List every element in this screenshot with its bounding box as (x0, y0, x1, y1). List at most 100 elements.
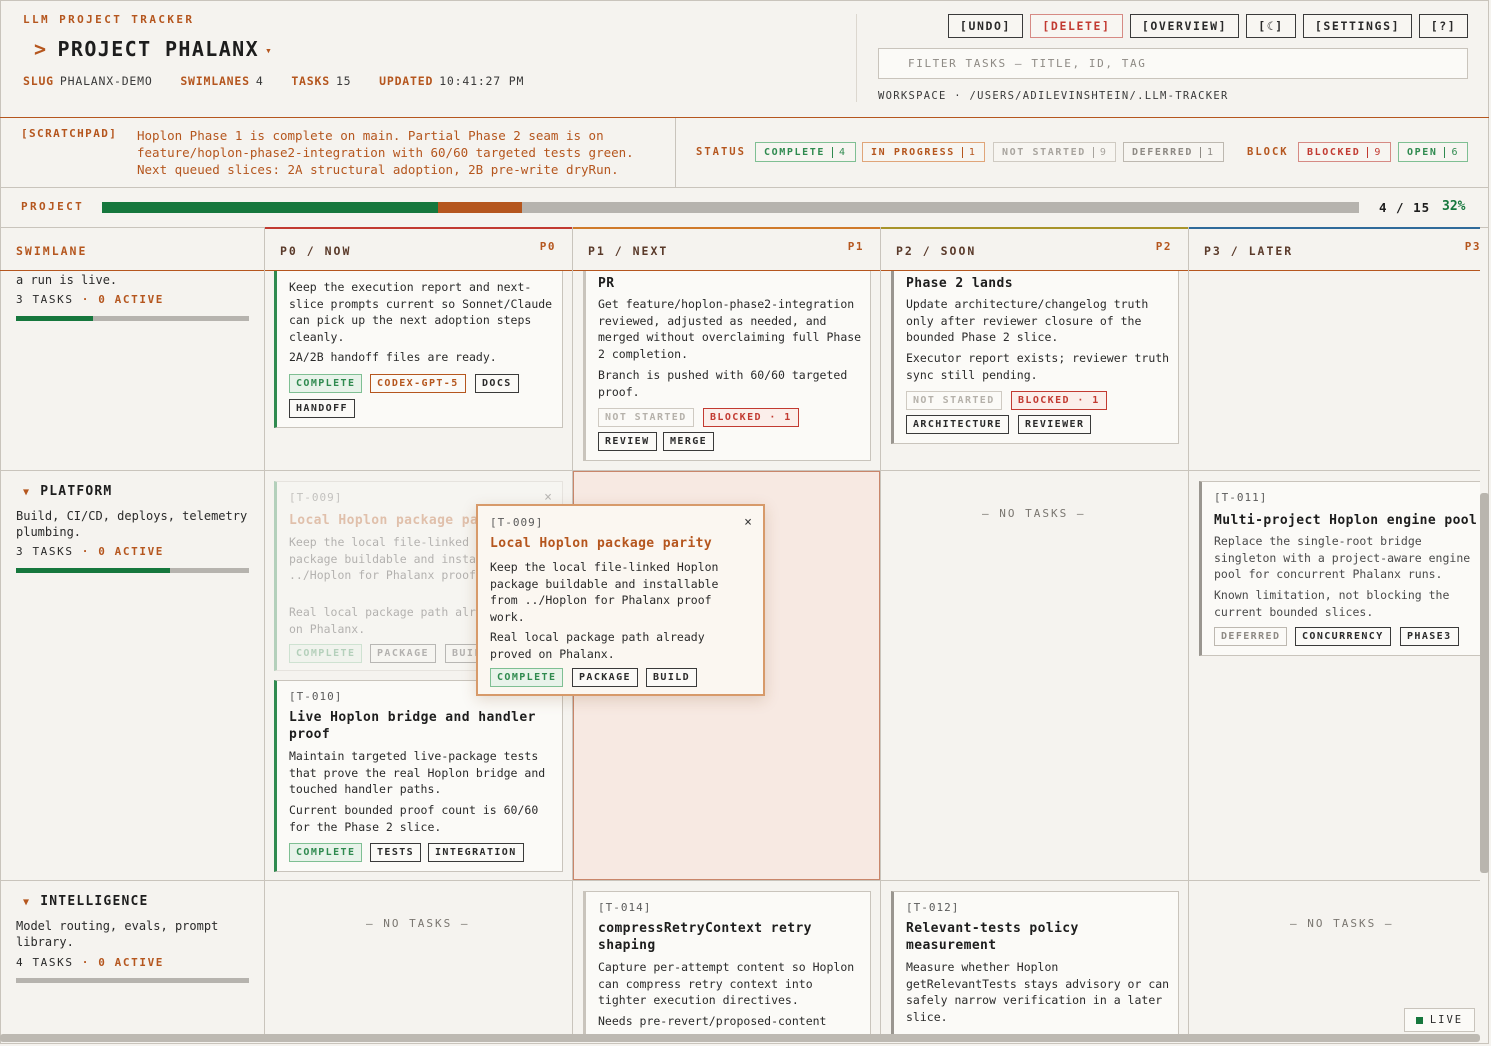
project-progress-bar (102, 202, 1359, 213)
tag[interactable]: CONCURRENCY (1295, 627, 1391, 646)
block-chip-open[interactable]: OPEN6 (1398, 142, 1468, 162)
tag[interactable]: DOCS (475, 374, 519, 393)
slug-value: PHALANX-DEMO (60, 74, 153, 88)
chip-label: OPEN (1407, 147, 1437, 158)
task-card-t011[interactable]: [T-011] Multi-project Hoplon engine pool… (1199, 481, 1480, 656)
tag-assignee[interactable]: CODEX-GPT-5 (370, 374, 466, 393)
settings-button[interactable]: [SETTINGS] (1303, 14, 1412, 38)
status-chip-deferred[interactable]: DEFERRED 1 (1123, 142, 1224, 162)
tag-status[interactable]: NOT STARTED (598, 408, 694, 427)
card-id: [T-010] (289, 690, 342, 703)
lane-progress-bar (16, 568, 249, 573)
scratchpad-divider (675, 118, 676, 187)
lane-description: Model routing, evals, prompt library. (16, 918, 256, 950)
column-priority: P3 (1465, 240, 1481, 253)
lane-active: · 0 ACTIVE (82, 293, 164, 306)
filter-input[interactable]: FILTER TASKS — TITLE, ID, TAG (878, 48, 1468, 79)
tag[interactable]: BUILD (646, 668, 697, 687)
chip-label: DEFERRED (1132, 147, 1193, 158)
chip-label: IN PROGRESS (871, 147, 955, 158)
block-chip-blocked[interactable]: BLOCKED9 (1298, 142, 1391, 162)
card-title: compressRetryContext retry shaping (598, 920, 863, 954)
updated-label: UPDATED (379, 74, 433, 88)
task-card[interactable]: Keep the execution report and next-slice… (274, 271, 563, 428)
tag-status[interactable]: NOT STARTED (906, 391, 1002, 410)
tag[interactable]: ARCHITECTURE (906, 415, 1009, 434)
card-title: Multi-project Hoplon engine pool (1214, 512, 1477, 529)
lane-description: a run is live. (16, 272, 256, 288)
lane-title-intelligence[interactable]: ▼INTELLIGENCE (23, 894, 149, 909)
card-id: [T-011] (1214, 491, 1267, 504)
chip-count: 1 (1200, 147, 1215, 158)
scratchpad-text[interactable]: Hoplon Phase 1 is complete on main. Part… (137, 127, 667, 178)
prompt-caret-icon: > (34, 37, 47, 61)
overview-button[interactable]: [OVERVIEW] (1130, 14, 1239, 38)
status-chip-complete[interactable]: COMPLETE4 (755, 142, 856, 162)
chip-count: 4 (832, 147, 847, 158)
slug-label: SLUG (23, 74, 54, 88)
chip-label: BLOCKED (1307, 147, 1360, 158)
tag[interactable]: TESTS (370, 843, 421, 862)
task-card[interactable]: Phase 2 lands Update architecture/change… (891, 271, 1179, 444)
chip-label: NOT STARTED (1002, 147, 1086, 158)
horizontal-scrollbar[interactable] (0, 1034, 1480, 1042)
undo-button[interactable]: [UNDO] (948, 14, 1023, 38)
task-card[interactable]: PR Get feature/hoplon-phase2-integration… (583, 271, 871, 461)
help-button[interactable]: [?] (1419, 14, 1468, 38)
progress-count: 4 / 15 (1379, 200, 1430, 215)
lane-title-platform[interactable]: ▼PLATFORM (23, 484, 112, 499)
delete-button[interactable]: [DELETE] (1030, 14, 1123, 38)
column-priority: P1 (848, 240, 864, 253)
card-description: Get feature/hoplon-phase2-integration re… (598, 296, 863, 362)
empty-cell-label: — NO TASKS — (1290, 917, 1393, 930)
status-chip-in-progress[interactable]: IN PROGRESS 1 (862, 142, 985, 162)
card-title: Relevant-tests policy measurement (906, 920, 1171, 954)
chip-count: 1 (962, 147, 977, 158)
task-card-t014[interactable]: [T-014] compressRetryContext retry shapi… (583, 891, 871, 1041)
lane-progress-bar (16, 316, 249, 321)
card-description: Update architecture/changelog truth only… (906, 296, 1171, 346)
tag[interactable]: MERGE (663, 432, 714, 451)
tag[interactable]: REVIEWER (1018, 415, 1091, 434)
tag-status[interactable]: COMPLETE (289, 374, 362, 393)
project-selector[interactable]: >PROJECT PHALANX▾ (34, 37, 273, 61)
card-note: 2A/2B handoff files are ready. (289, 349, 497, 366)
column-accent (573, 227, 880, 229)
live-dot-icon (1416, 1017, 1423, 1024)
tag-blocked[interactable]: BLOCKED · 1 (703, 408, 799, 427)
card-note: Executor report exists; reviewer truth s… (906, 350, 1171, 383)
status-chip-not-started[interactable]: NOT STARTED9 (993, 142, 1116, 162)
lane-progress-bar (16, 978, 249, 983)
card-description: Capture per-attempt content so Hoplon ca… (598, 959, 863, 1009)
collapse-triangle-icon[interactable]: ▼ (23, 897, 30, 908)
task-card-t012[interactable]: [T-012] Relevant-tests policy measuremen… (891, 891, 1179, 1041)
card-description: Measure whether Hoplon getRelevantTests … (906, 959, 1171, 1025)
project-progress-label: PROJECT (21, 200, 84, 213)
tag-status[interactable]: COMPLETE (289, 843, 362, 862)
dragged-task-card-t009[interactable]: [T-009] × Local Hoplon package parity Ke… (476, 504, 765, 696)
lane-task-count: 3 TASKS · 0 ACTIVE (16, 545, 164, 558)
close-icon[interactable]: × (744, 515, 752, 530)
chevron-down-icon[interactable]: ▾ (265, 44, 273, 57)
tag[interactable]: PHASE3 (1400, 627, 1459, 646)
tag[interactable]: HANDOFF (289, 399, 355, 418)
lane-active: · 0 ACTIVE (82, 545, 164, 558)
tag[interactable]: PACKAGE (572, 668, 638, 687)
theme-toggle-button[interactable]: [☾] (1246, 14, 1296, 38)
column-priority: P0 (540, 240, 556, 253)
task-card-t010[interactable]: [T-010] Live Hoplon bridge and handler p… (274, 680, 563, 872)
tag[interactable]: INTEGRATION (428, 843, 524, 862)
swimlanes-value: 4 (256, 74, 264, 88)
tag[interactable]: REVIEW (598, 432, 657, 451)
card-note: Branch is pushed with 60/60 targeted pro… (598, 367, 863, 400)
live-indicator[interactable]: LIVE (1404, 1008, 1475, 1032)
collapse-triangle-icon[interactable]: ▼ (23, 487, 30, 498)
progress-in-progress-fill (438, 202, 522, 213)
vertical-scrollbar[interactable] (1480, 493, 1489, 873)
progress-complete-fill (102, 202, 438, 213)
tag-status[interactable]: DEFERRED (1214, 627, 1287, 646)
tag-blocked[interactable]: BLOCKED · 1 (1011, 391, 1107, 410)
tag-status[interactable]: COMPLETE (490, 668, 563, 687)
tag-status: COMPLETE (289, 644, 362, 663)
scratchpad-bar: [SCRATCHPAD] Hoplon Phase 1 is complete … (0, 118, 1489, 188)
